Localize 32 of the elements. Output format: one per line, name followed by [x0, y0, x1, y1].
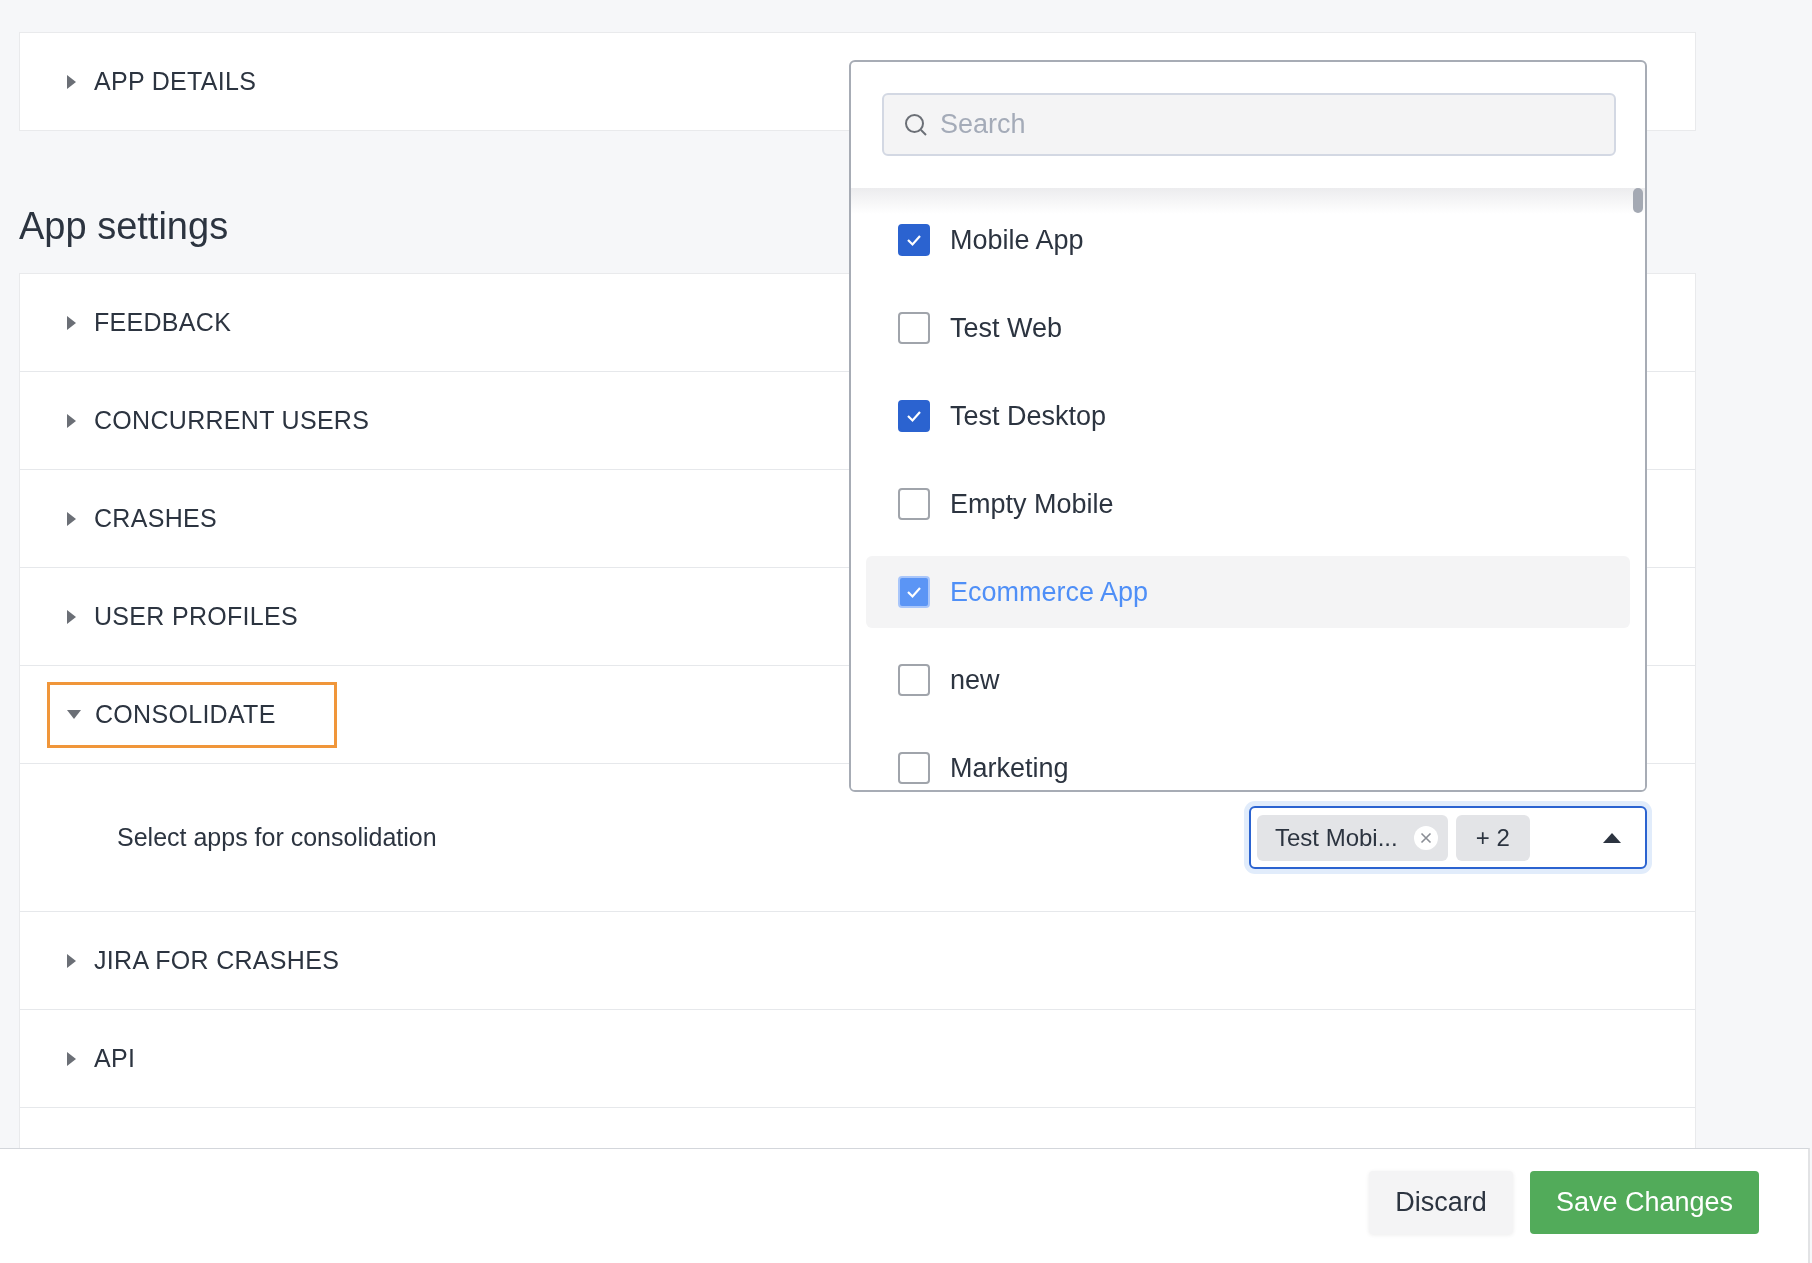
search-icon	[904, 112, 928, 137]
section-header[interactable]: APP DETAILS	[47, 48, 318, 115]
section-header[interactable]: API	[47, 1025, 197, 1092]
section-header[interactable]: CRASHES	[47, 485, 278, 552]
section-header[interactable]: CONCURRENT USERS	[47, 387, 431, 454]
checkbox[interactable]	[898, 576, 930, 608]
caret-icon	[1603, 832, 1621, 843]
search-input[interactable]: Search	[940, 109, 1614, 140]
more-count[interactable]: + 2	[1455, 814, 1530, 861]
remove-icon[interactable]	[1413, 825, 1438, 850]
checkbox[interactable]	[898, 224, 930, 256]
section-header[interactable]: USER PROFILES	[47, 583, 359, 650]
checkbox[interactable]	[898, 400, 930, 432]
checkbox[interactable]	[898, 664, 930, 696]
section-header[interactable]: CONSOLIDATE	[47, 681, 337, 748]
option-item[interactable]: Empty Mobile	[866, 468, 1630, 540]
scrollbar-thumb[interactable]	[1633, 188, 1643, 213]
page-heading: App settings	[18, 204, 229, 249]
section-header[interactable]: FEEDBACK	[47, 289, 293, 356]
checkbox[interactable]	[898, 752, 930, 784]
option-item[interactable]: new	[866, 644, 1630, 716]
checkbox[interactable]	[898, 312, 930, 344]
chip-label: Test Mobi...	[1275, 823, 1398, 852]
option-item[interactable]: Mobile App	[866, 204, 1630, 276]
search-field[interactable]: Search	[882, 93, 1616, 156]
option-item[interactable]: Test Desktop	[866, 380, 1630, 452]
section-header[interactable]: JIRA FOR CRASHES	[47, 927, 401, 994]
checkbox[interactable]	[898, 488, 930, 520]
option-item[interactable]: Test Web	[866, 292, 1630, 364]
option-item[interactable]: Marketing	[866, 732, 1630, 790]
discard-button[interactable]: Discard	[1369, 1170, 1513, 1234]
setting-label: Select apps for consolidation	[117, 823, 437, 852]
